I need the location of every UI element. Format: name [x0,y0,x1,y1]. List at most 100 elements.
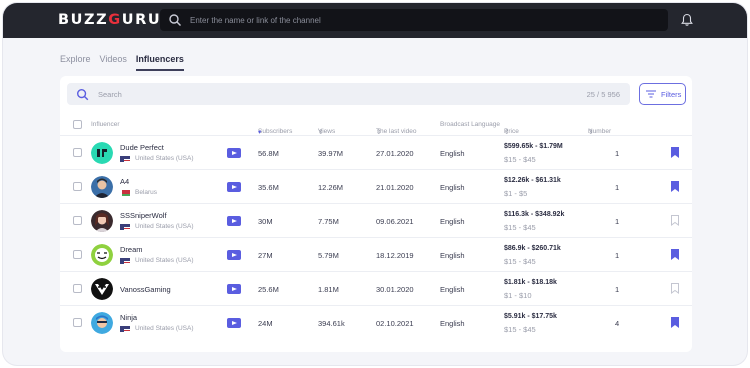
tab-influencers[interactable]: Influencers [135,54,184,71]
tab-explore[interactable]: Explore [60,54,91,71]
youtube-icon[interactable] [227,250,241,260]
influencer-name[interactable]: Ninja [120,313,137,322]
bookmark-outline-icon[interactable] [671,215,679,226]
influencers-panel: Search 25 / 5 956 Filters Influencer Sub… [60,76,692,352]
avatar [91,278,113,300]
influencer-country: United States (USA) [120,155,194,162]
logo[interactable]: BUZZGURU [58,12,161,28]
table-row[interactable]: SSSniperWolf United States (USA) 30M 7.7… [60,204,692,238]
views-value: 394.61k [318,319,345,328]
row-checkbox[interactable] [73,148,82,157]
youtube-icon[interactable] [227,318,241,328]
sort-icon: ⇕ [504,129,510,136]
search-icon [169,14,181,26]
subscribers-value: 24M [258,319,273,328]
price-sub-value: $15 - $45 [504,257,536,266]
influencer-country: Belarus [120,189,157,196]
language-value: English [440,149,465,158]
influencer-name[interactable]: VanossGaming [120,285,171,294]
bookmark-filled-icon[interactable] [671,181,679,192]
last-video-value: 02.10.2021 [376,319,414,328]
avatar [91,312,113,334]
language-value: English [440,217,465,226]
views-value: 7.75M [318,217,339,226]
number-value: 1 [615,183,620,192]
table-row[interactable]: Ninja United States (USA) 24M 394.61k 02… [60,306,692,340]
bookmark-filled-icon[interactable] [671,147,679,158]
bookmark-outline-icon[interactable] [671,283,679,294]
youtube-icon[interactable] [227,148,241,158]
bell-icon[interactable] [680,13,694,27]
table-row[interactable]: A4 Belarus 35.6M 12.26M 21.01.2020 Engli… [60,170,692,204]
table-row[interactable]: Dream United States (USA) 27M 5.79M 18.1… [60,238,692,272]
subscribers-value: 56.8M [258,149,279,158]
row-checkbox[interactable] [73,250,82,259]
tab-videos[interactable]: Videos [100,54,127,71]
views-value: 12.26M [318,183,344,192]
table-row[interactable]: VanossGaming 25.6M 1.81M 30.01.2020 Engl… [60,272,692,306]
us-flag-icon [120,257,130,264]
youtube-icon[interactable] [227,284,241,294]
language-value: English [440,319,465,328]
bookmark-filled-icon[interactable] [671,249,679,260]
avatar [91,244,113,266]
number-value: 1 [615,285,620,294]
price-value: $12.26k - $61.31k [504,177,561,184]
subscribers-value: 30M [258,217,273,226]
influencer-country: United States (USA) [120,257,194,264]
views-value: 1.81M [318,285,339,294]
price-value: $5.91k - $17.75k [504,313,557,320]
filters-button[interactable]: Filters [639,83,686,105]
language-value: English [440,183,465,192]
influencer-country: United States (USA) [120,325,194,332]
price-value: $1.81k - $18.18k [504,279,557,286]
last-video-value: 27.01.2020 [376,149,414,158]
search-input[interactable]: Search 25 / 5 956 [67,83,630,105]
influencer-name[interactable]: Dream [120,245,143,254]
row-checkbox[interactable] [73,182,82,191]
number-value: 1 [615,149,620,158]
column-influencer: Influencer [91,121,120,128]
search-placeholder: Search [98,89,122,99]
last-video-value: 21.01.2020 [376,183,414,192]
views-value: 39.97M [318,149,344,158]
app-window: BUZZGURU Enter the name or link of the c… [3,3,747,365]
bookmark-filled-icon[interactable] [671,317,679,328]
table-row[interactable]: Dude Perfect United States (USA) 56.8M 3… [60,136,692,170]
select-all-checkbox[interactable] [73,120,82,129]
language-value: English [440,251,465,260]
influencer-name[interactable]: Dude Perfect [120,143,164,152]
filter-icon [646,90,656,98]
top-bar: BUZZGURU Enter the name or link of the c… [3,3,747,38]
avatar [91,142,113,164]
us-flag-icon [120,155,130,162]
search-icon [76,88,89,100]
last-video-value: 30.01.2020 [376,285,414,294]
influencer-name[interactable]: A4 [120,177,129,186]
filters-label: Filters [661,89,682,99]
language-value: English [440,285,465,294]
row-checkbox[interactable] [73,216,82,225]
sort-icon: ⇕ [318,129,324,136]
price-value: $86.9k - $260.71k [504,245,561,252]
column-language: Broadcast Language [440,121,500,128]
youtube-icon[interactable] [227,182,241,192]
results-count: 25 / 5 956 [586,90,620,99]
influencer-name[interactable]: SSSniperWolf [120,211,167,220]
price-sub-value: $1 - $10 [504,291,532,300]
views-value: 5.79M [318,251,339,260]
subscribers-value: 27M [258,251,273,260]
tabs: Explore Videos Influencers [60,54,184,71]
influencer-country: United States (USA) [120,223,194,230]
subscribers-value: 25.6M [258,285,279,294]
row-checkbox[interactable] [73,318,82,327]
youtube-icon[interactable] [227,216,241,226]
sort-icon: ⇕ [376,129,382,136]
avatar [91,176,113,198]
price-sub-value: $15 - $45 [504,325,536,334]
channel-search-input[interactable]: Enter the name or link of the channel [160,9,668,31]
row-checkbox[interactable] [73,284,82,293]
number-value: 1 [615,251,620,260]
number-value: 1 [615,217,620,226]
last-video-value: 18.12.2019 [376,251,414,260]
